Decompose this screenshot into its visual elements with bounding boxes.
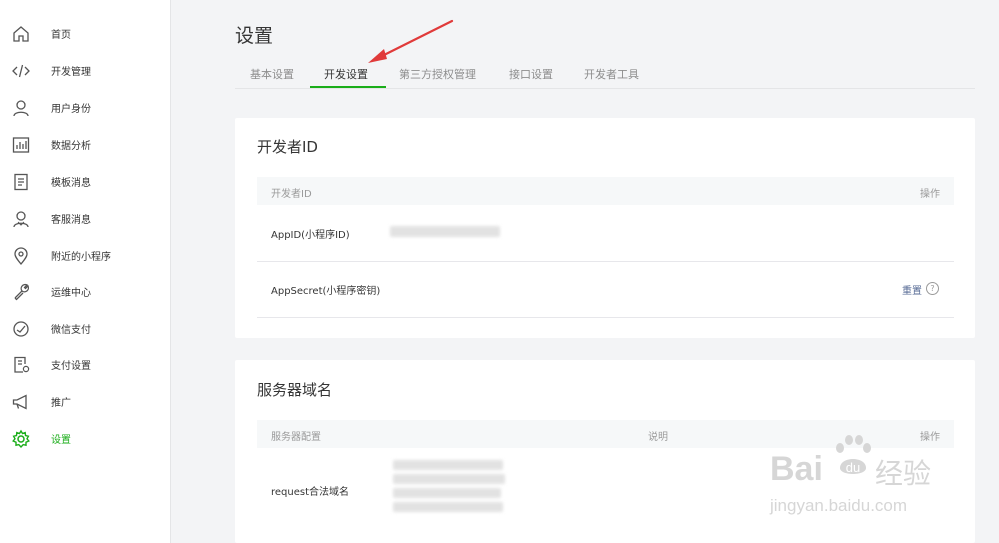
page-title: 设置 bbox=[235, 25, 274, 47]
sidebar-item-label: 推广 bbox=[51, 398, 71, 409]
payment-settings-icon bbox=[11, 355, 31, 375]
column-header-action: 操作 bbox=[920, 189, 940, 200]
help-icon[interactable]: ? bbox=[926, 282, 939, 295]
annotation-arrow bbox=[368, 19, 454, 63]
server-domain-title: 服务器域名 bbox=[257, 381, 333, 399]
sidebar-item-nearby-miniprogram[interactable]: 附近的小程序 bbox=[0, 241, 170, 271]
appid-value-redacted bbox=[390, 226, 500, 237]
watermark-brand-suffix: 经验 bbox=[875, 458, 932, 489]
baidu-watermark: Bai du 经验 jingyan.baidu.com bbox=[770, 432, 950, 522]
location-icon bbox=[11, 246, 31, 266]
column-header-description: 说明 bbox=[648, 432, 668, 443]
sidebar: 首页 开发管理 用户身份 数据分析 模板消息 客服消息 附近的小程序 运维中心 … bbox=[0, 0, 171, 543]
sidebar-item-wechat-pay[interactable]: 微信支付 bbox=[0, 314, 170, 344]
domain-value-redacted bbox=[393, 502, 503, 512]
tab-third-party-auth[interactable]: 第三方授权管理 bbox=[399, 66, 476, 82]
table-row-appsecret: AppSecret(小程序密钥) 重置 ? bbox=[257, 262, 954, 318]
sidebar-item-customer-service[interactable]: 客服消息 bbox=[0, 204, 170, 234]
domain-value-redacted bbox=[393, 474, 505, 484]
sidebar-item-user-identity[interactable]: 用户身份 bbox=[0, 93, 170, 123]
table-row-appid: AppID(小程序ID) bbox=[257, 205, 954, 262]
document-icon bbox=[11, 172, 31, 192]
home-icon bbox=[11, 24, 31, 44]
paw-icon: du bbox=[836, 435, 871, 475]
tab-api-settings[interactable]: 接口设置 bbox=[509, 66, 553, 82]
domain-value-redacted bbox=[393, 488, 501, 498]
sidebar-item-label: 支付设置 bbox=[51, 361, 91, 372]
sidebar-item-label: 运维中心 bbox=[51, 288, 91, 299]
gauge-icon bbox=[11, 319, 31, 339]
column-header-server-config: 服务器配置 bbox=[271, 432, 321, 443]
tab-dev-settings[interactable]: 开发设置 bbox=[324, 66, 368, 82]
gear-icon bbox=[11, 429, 31, 449]
wrench-icon bbox=[11, 282, 31, 302]
developer-id-table-header: 开发者ID 操作 bbox=[257, 177, 954, 205]
sidebar-item-label: 模板消息 bbox=[51, 178, 91, 189]
tab-dev-tools[interactable]: 开发者工具 bbox=[584, 66, 639, 82]
sidebar-item-label: 附近的小程序 bbox=[51, 252, 111, 263]
active-tab-indicator bbox=[310, 86, 386, 88]
customer-service-icon bbox=[11, 209, 31, 229]
sidebar-item-label: 微信支付 bbox=[51, 325, 91, 336]
column-header-developer-id: 开发者ID bbox=[271, 189, 312, 200]
svg-text:du: du bbox=[846, 460, 860, 475]
watermark-url: jingyan.baidu.com bbox=[770, 496, 908, 515]
sidebar-item-label: 客服消息 bbox=[51, 215, 91, 226]
appid-label: AppID(小程序ID) bbox=[271, 230, 350, 241]
sidebar-item-ops-center[interactable]: 运维中心 bbox=[0, 277, 170, 307]
sidebar-item-template-messages[interactable]: 模板消息 bbox=[0, 167, 170, 197]
sidebar-item-settings[interactable]: 设置 bbox=[0, 424, 170, 454]
sidebar-item-promotion[interactable]: 推广 bbox=[0, 387, 170, 417]
sidebar-item-label: 开发管理 bbox=[51, 67, 91, 78]
megaphone-icon bbox=[11, 392, 31, 412]
sidebar-item-label: 数据分析 bbox=[51, 141, 91, 152]
user-icon bbox=[11, 98, 31, 118]
request-domain-label: request合法域名 bbox=[271, 487, 350, 498]
reset-secret-link[interactable]: 重置 bbox=[902, 282, 922, 297]
sidebar-item-label: 首页 bbox=[51, 30, 71, 41]
watermark-brand-prefix: Bai bbox=[770, 450, 823, 488]
sidebar-item-payment-settings[interactable]: 支付设置 bbox=[0, 350, 170, 380]
tab-basic-settings[interactable]: 基本设置 bbox=[250, 66, 294, 82]
sidebar-item-label: 设置 bbox=[51, 435, 71, 446]
domain-value-redacted bbox=[393, 460, 503, 470]
developer-id-card: 开发者ID 开发者ID 操作 AppID(小程序ID) AppSecret(小程… bbox=[235, 118, 975, 338]
tab-bar: 基本设置 开发设置 第三方授权管理 接口设置 开发者工具 bbox=[235, 60, 975, 89]
chart-icon bbox=[11, 135, 31, 155]
developer-id-title: 开发者ID bbox=[257, 138, 318, 156]
appsecret-label: AppSecret(小程序密钥) bbox=[271, 286, 381, 297]
code-icon bbox=[11, 61, 31, 81]
sidebar-item-data-analysis[interactable]: 数据分析 bbox=[0, 130, 170, 160]
sidebar-item-home[interactable]: 首页 bbox=[0, 19, 170, 49]
sidebar-item-label: 用户身份 bbox=[51, 104, 91, 115]
sidebar-item-dev-management[interactable]: 开发管理 bbox=[0, 56, 170, 86]
